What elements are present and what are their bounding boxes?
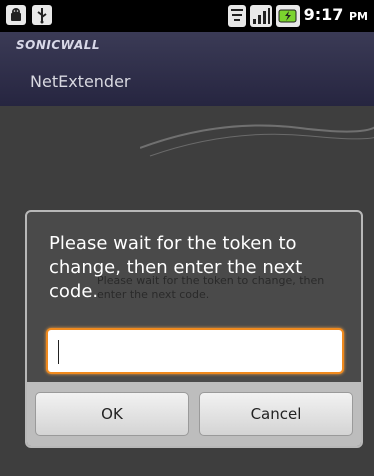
usb-icon	[32, 5, 52, 25]
token-input-wrapper[interactable]	[46, 328, 344, 374]
dialog-button-bar: OK Cancel	[27, 382, 361, 446]
token-input[interactable]	[48, 330, 342, 372]
status-bar: 9:17 PM	[0, 0, 374, 32]
app-title: NetExtender	[30, 72, 131, 91]
clock: 9:17 PM	[304, 4, 368, 28]
text-caret	[58, 340, 59, 364]
signal-icon	[249, 5, 272, 27]
swoosh-decoration	[140, 124, 374, 157]
sonicwall-logo: SONICWALL	[16, 38, 101, 52]
clock-ampm: PM	[348, 10, 368, 23]
ok-button[interactable]: OK	[35, 392, 189, 436]
battery-charging-icon	[275, 5, 300, 27]
wifi-icon	[227, 5, 246, 27]
android-debug-icon	[6, 5, 26, 25]
clock-time: 9:17	[303, 5, 344, 24]
dialog-message: Please wait for the token to change, the…	[49, 233, 303, 302]
token-dialog: Please wait for the token to change, the…	[25, 210, 363, 448]
cancel-button[interactable]: Cancel	[199, 392, 353, 436]
